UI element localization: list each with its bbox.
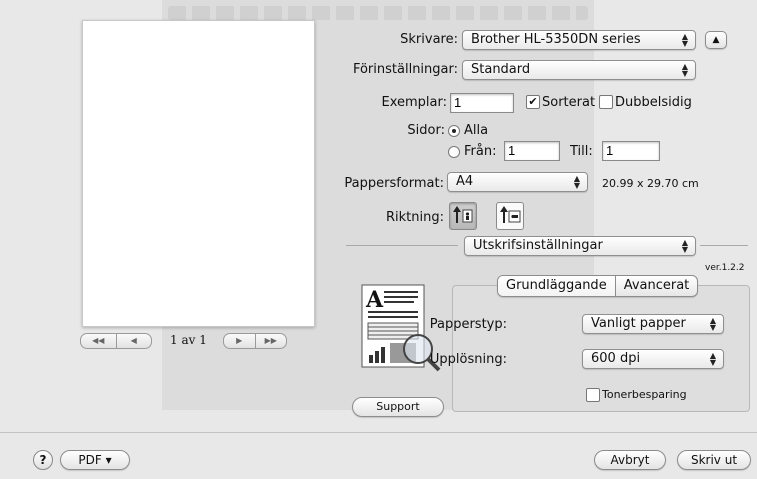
preview-forward-buttons[interactable]: ▶ ▶▶ xyxy=(223,333,287,349)
portrait-icon xyxy=(453,206,473,223)
orientation-landscape-button[interactable] xyxy=(496,202,524,230)
previous-page-icon[interactable]: ◀ xyxy=(115,334,152,348)
section-popup[interactable]: Utskrifsinställningar ▲ ▼ xyxy=(464,236,696,256)
updown-arrows-icon: ▲ ▼ xyxy=(573,174,581,190)
toner-save-label: Tonerbesparing xyxy=(602,388,687,401)
cancel-button[interactable]: Avbryt xyxy=(594,450,666,470)
pages-to-label: Till: xyxy=(570,144,593,159)
presets-label: Förinställningar: xyxy=(352,62,458,77)
paper-label: Pappersformat: xyxy=(344,176,444,191)
printer-label: Skrivare: xyxy=(400,32,458,47)
settings-tabs: Grundläggande Avancerat xyxy=(497,275,699,297)
media-type-label: Papperstyp: xyxy=(429,317,507,332)
presets-popup[interactable]: Standard ▲ ▼ xyxy=(462,60,696,80)
copies-input[interactable] xyxy=(450,93,514,113)
updown-arrows-icon: ▲ ▼ xyxy=(709,316,717,332)
resolution-label: Upplösning: xyxy=(429,352,507,367)
updown-arrows-icon: ▲ ▼ xyxy=(709,351,717,367)
duplex-checkbox[interactable] xyxy=(599,95,613,109)
presets-value: Standard xyxy=(471,62,531,77)
print-dialog: ◀◀ ◀ 1 av 1 ▶ ▶▶ Skrivare: Brother HL-53… xyxy=(0,0,757,479)
last-page-icon[interactable]: ▶▶ xyxy=(254,334,287,348)
background-toolbar xyxy=(168,6,588,20)
paper-value: A4 xyxy=(456,174,474,189)
pages-all-label: Alla xyxy=(464,123,489,138)
pages-from-label: Från: xyxy=(464,144,497,159)
footer-separator xyxy=(0,432,757,433)
updown-arrows-icon: ▲ ▼ xyxy=(681,238,689,254)
pages-from-input[interactable] xyxy=(504,141,560,161)
collated-checkbox[interactable]: ✔ xyxy=(526,95,540,109)
printer-popup[interactable]: Brother HL-5350DN series ▲ ▼ xyxy=(462,30,696,50)
orientation-portrait-button[interactable] xyxy=(449,202,477,230)
help-button[interactable]: ? xyxy=(33,450,53,470)
preview-back-buttons[interactable]: ◀◀ ◀ xyxy=(80,333,152,349)
triangle-up-icon: ▲ xyxy=(712,35,720,45)
toner-save-checkbox[interactable] xyxy=(586,388,600,402)
pdf-button[interactable]: PDF ▾ xyxy=(60,450,130,470)
pages-to-input[interactable] xyxy=(602,141,660,161)
media-type-value: Vanligt papper xyxy=(591,316,686,331)
next-page-icon[interactable]: ▶ xyxy=(224,334,255,348)
paper-dimensions: 20.99 x 29.70 cm xyxy=(602,177,699,190)
section-value: Utskrifsinställningar xyxy=(473,238,603,253)
section-separator-left xyxy=(346,245,458,246)
print-button[interactable]: Skriv ut xyxy=(677,450,751,470)
version-label: ver.1.2.2 xyxy=(705,263,745,273)
first-page-icon[interactable]: ◀◀ xyxy=(81,334,116,348)
media-type-popup[interactable]: Vanligt papper ▲ ▼ xyxy=(582,314,724,334)
page-indicator: 1 av 1 xyxy=(170,333,207,347)
orientation-label: Riktning: xyxy=(386,210,444,225)
page-preview xyxy=(82,20,315,327)
copies-label: Exemplar: xyxy=(381,95,448,110)
pages-from-radio[interactable] xyxy=(448,146,460,158)
collated-label: Sorterat xyxy=(542,95,596,110)
resolution-value: 600 dpi xyxy=(591,351,641,366)
landscape-icon xyxy=(500,206,521,223)
paper-popup[interactable]: A4 ▲ ▼ xyxy=(447,172,588,192)
printer-value: Brother HL-5350DN series xyxy=(471,32,641,47)
pages-all-radio[interactable] xyxy=(448,125,460,137)
tab-avancerat[interactable]: Avancerat xyxy=(614,276,698,296)
updown-arrows-icon: ▲ ▼ xyxy=(681,32,689,48)
tab-grundlaggande[interactable]: Grundläggande xyxy=(498,276,615,296)
resolution-popup[interactable]: 600 dpi ▲ ▼ xyxy=(582,349,724,369)
duplex-label: Dubbelsidig xyxy=(615,95,692,110)
support-button[interactable]: Support xyxy=(352,397,444,417)
pages-label: Sidor: xyxy=(407,123,445,138)
collapse-details-button[interactable]: ▲ xyxy=(705,31,727,49)
updown-arrows-icon: ▲ ▼ xyxy=(681,62,689,78)
svg-text:A: A xyxy=(365,287,384,313)
section-separator-right xyxy=(700,245,748,246)
